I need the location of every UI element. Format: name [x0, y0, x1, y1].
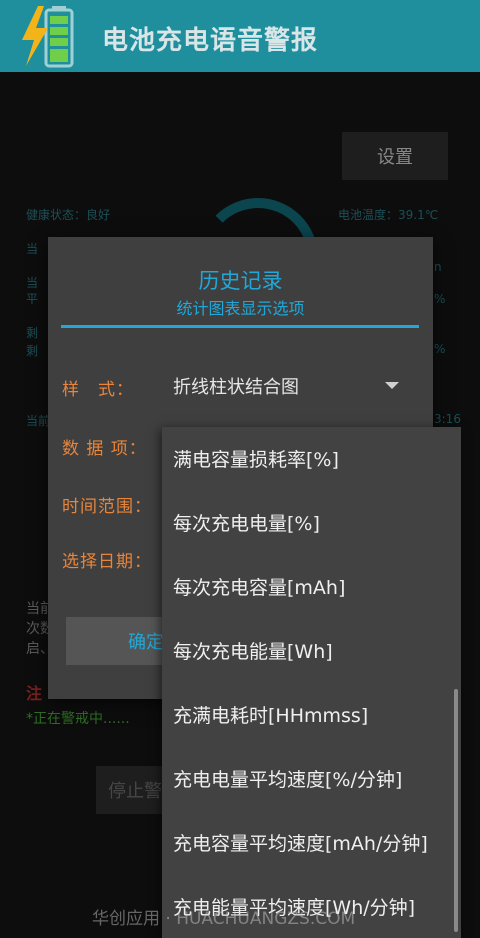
app-bar: 电池充电语音警报 [0, 0, 480, 72]
dropdown-option[interactable]: 充电容量平均速度[mAh/分钟] [173, 829, 428, 856]
watermark: 华创应用 · HUACHUANGZS.COM [92, 909, 356, 929]
dialog-subtitle: 统计图表显示选项 [176, 299, 305, 318]
time-range-label: 时间范围： [62, 497, 152, 517]
style-label: 样 式： [62, 380, 134, 400]
data-item-label: 数 据 项： [62, 439, 147, 459]
dropdown-option[interactable]: 每次充电能量[Wh] [173, 637, 333, 664]
dropdown-option[interactable]: 充电电量平均速度[%/分钟] [173, 765, 402, 792]
confirm-button[interactable]: 确定 [66, 617, 176, 665]
dialog-title: 历史记录 [198, 269, 283, 293]
dropdown-scrollbar[interactable] [454, 689, 458, 932]
dropdown-option[interactable]: 充满电耗时[HHmmss] [173, 701, 368, 728]
dropdown-option[interactable]: 满电容量损耗率[%] [173, 445, 339, 472]
dropdown-option[interactable]: 每次充电容量[mAh] [173, 573, 345, 600]
app-title: 电池充电语音警报 [102, 26, 319, 56]
data-item-dropdown: 满电容量损耗率[%] 每次充电电量[%] 每次充电容量[mAh] 每次充电能量[… [162, 427, 461, 938]
select-date-label: 选择日期： [62, 552, 152, 572]
style-select[interactable]: 折线柱状结合图 [173, 373, 299, 399]
dropdown-option[interactable]: 每次充电电量[%] [173, 509, 320, 536]
battery-charging-icon [22, 6, 74, 68]
chevron-down-icon[interactable] [385, 382, 399, 389]
title-divider [61, 325, 419, 328]
